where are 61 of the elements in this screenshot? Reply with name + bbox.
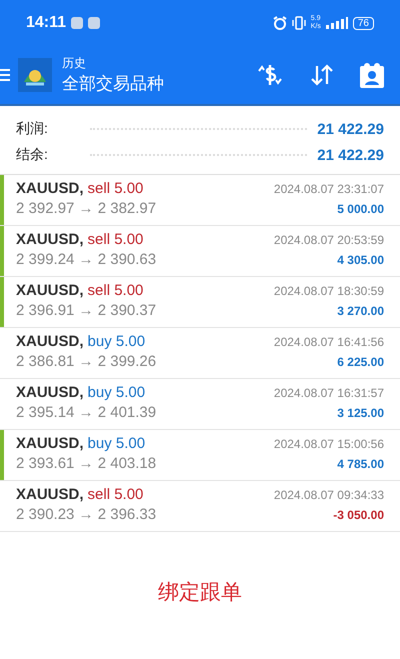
alarm-icon [272,16,287,30]
deal-volume: sell 5.00 [88,486,144,503]
deal-volume: sell 5.00 [88,180,144,197]
deal-volume: buy 5.00 [88,333,146,350]
app-notification-icon [71,17,84,29]
deal-time: 2024.08.07 18:30:59 [274,284,384,298]
summary-label: 结余: [16,146,49,164]
deal-symbol: XAUUSD, [16,384,84,401]
app-logo-icon [18,58,52,92]
bind-copy-trading-button[interactable]: 绑定跟单 [150,574,250,610]
screen-subtitle: 历史 [62,55,87,72]
deal-volume: sell 5.00 [88,231,144,248]
signal-icon [326,17,348,29]
deal-prices: 2 392.97 → 2 382.97 [16,200,156,217]
deal-time: 2024.08.07 16:31:57 [274,386,384,400]
deal-symbol: XAUUSD, [16,435,84,452]
deal-row[interactable]: XAUUSD, buy 5.00 2024.08.07 16:41:56 2 386.81 → 2 399.26 6 225.00 [0,328,400,379]
deal-profit: -3 050.00 [333,508,384,522]
battery-icon: 76 [352,16,374,30]
deal-time: 2024.08.07 16:41:56 [274,335,384,349]
summary-value: 21 422.29 [317,120,384,138]
currency-exchange-icon[interactable] [256,63,284,87]
deal-row[interactable]: XAUUSD, buy 5.00 2024.08.07 16:31:57 2 395.14 → 2 401.39 3 125.00 [0,379,400,430]
deal-symbol: XAUUSD, [16,333,84,350]
deal-profit: 6 225.00 [337,355,384,369]
deal-prices: 2 399.24 → 2 390.63 [16,251,156,268]
deal-prices: 2 390.23 → 2 396.33 [16,506,156,523]
deal-symbol: XAUUSD, [16,180,84,197]
deal-prices: 2 386.81 → 2 399.26 [16,353,156,370]
deal-time: 2024.08.07 20:53:59 [274,233,384,247]
deal-time: 2024.08.07 15:00:56 [274,437,384,451]
deal-row[interactable]: XAUUSD, sell 5.00 2024.08.07 23:31:07 2 392.97 → 2 382.97 5 000.00 [0,175,400,226]
deal-profit: 3 125.00 [337,406,384,420]
deal-profit: 3 270.00 [337,304,384,318]
deal-row[interactable]: XAUUSD, sell 5.00 2024.08.07 20:53:59 2 399.24 → 2 390.63 4 305.00 [0,226,400,277]
sort-icon[interactable] [310,63,334,87]
deal-row[interactable]: XAUUSD, sell 5.00 2024.08.07 09:34:33 2 390.23 → 2 396.33 -3 050.00 [0,481,400,532]
deal-profit: 4 785.00 [337,457,384,471]
deal-prices: 2 395.14 → 2 401.39 [16,404,156,421]
vibrate-icon [292,16,306,30]
deal-profit: 5 000.00 [337,202,384,216]
deal-volume: buy 5.00 [88,435,146,452]
deal-volume: buy 5.00 [88,384,146,401]
deal-time: 2024.08.07 09:34:33 [274,488,384,502]
menu-icon[interactable] [0,68,10,82]
screen-title[interactable]: 全部交易品种 [62,72,164,95]
deal-row[interactable]: XAUUSD, buy 5.00 2024.08.07 15:00:56 2 393.61 → 2 403.18 4 785.00 [0,430,400,481]
deal-symbol: XAUUSD, [16,282,84,299]
deal-time: 2024.08.07 23:31:07 [274,182,384,196]
summary-label: 利润: [16,120,49,138]
deal-profit: 4 305.00 [337,253,384,267]
app-notification-icon [88,17,100,29]
deal-volume: sell 5.00 [88,282,144,299]
deal-row[interactable]: XAUUSD, sell 5.00 2024.08.07 18:30:59 2 396.91 → 2 390.37 3 270.00 [0,277,400,328]
clock: 14:11 [26,14,66,32]
deal-symbol: XAUUSD, [16,231,84,248]
deal-prices: 2 393.61 → 2 403.18 [16,455,156,472]
contact-card-icon[interactable] [360,62,384,88]
deal-prices: 2 396.91 → 2 390.37 [16,302,156,319]
summary-value: 21 422.29 [317,146,384,164]
deal-symbol: XAUUSD, [16,486,84,503]
